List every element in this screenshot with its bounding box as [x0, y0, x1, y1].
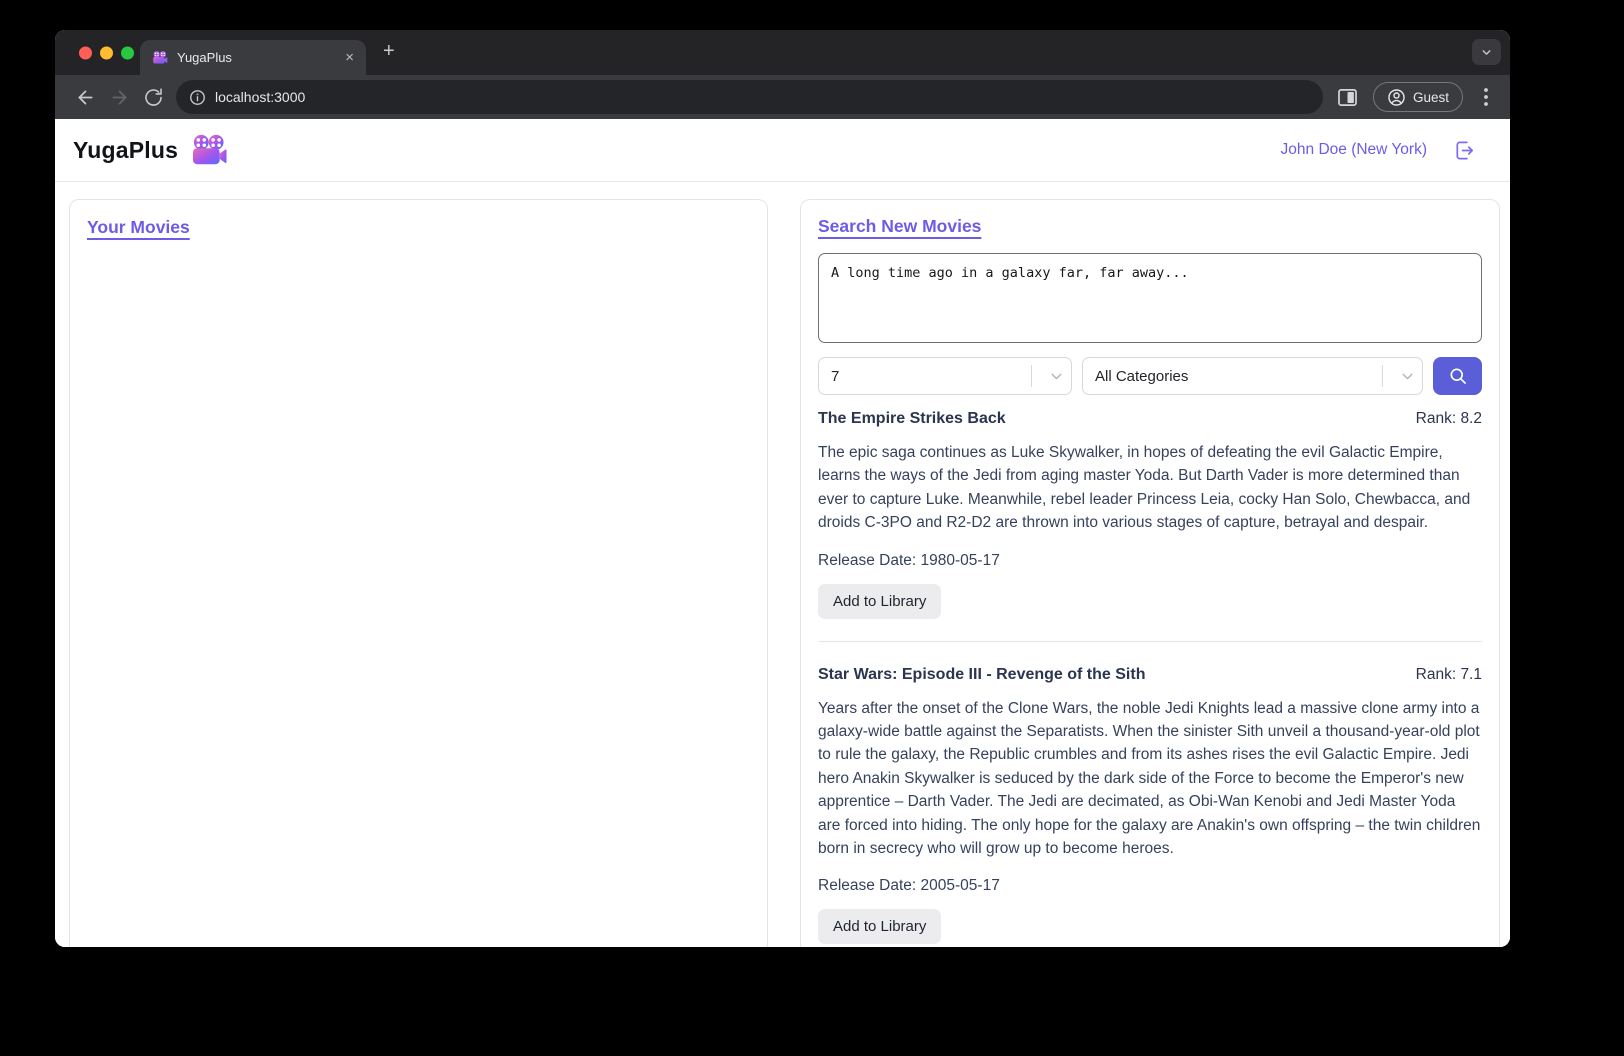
result-limit-value: 7: [831, 367, 840, 385]
movie-release-date: Release Date: 2005-05-17: [818, 877, 1000, 895]
tab-title: YugaPlus: [177, 50, 232, 65]
movie-overview: The epic saga continues as Luke Skywalke…: [818, 444, 1471, 532]
movie-rank: Rank: 7.1: [1415, 665, 1482, 683]
profile-button[interactable]: Guest: [1372, 82, 1463, 112]
browser-toolbar: localhost:3000 Guest: [55, 75, 1510, 119]
app-title: YugaPlus: [73, 136, 179, 163]
browser-window: YugaPlus × + localhost:3000 Guest YugaPl…: [55, 30, 1510, 947]
yugaplus-page: YugaPlus John Doe (New York) Your Movies…: [55, 119, 1510, 947]
main-content: Your Movies Search New Movies A long tim…: [55, 182, 1510, 947]
category-value: All Categories: [1095, 367, 1189, 385]
tab-favicon-movie-camera-icon: [152, 50, 168, 66]
search-title: Search New Movies: [818, 216, 982, 236]
movie-rank: Rank: 8.2: [1415, 410, 1482, 427]
search-icon: [1450, 368, 1466, 384]
select-divider: [1382, 365, 1383, 387]
search-button[interactable]: [1433, 357, 1482, 395]
select-divider: [1031, 365, 1032, 387]
movie-result: Star Wars: Episode III - Revenge of the …: [818, 666, 1482, 945]
tab-search-chevron-icon[interactable]: [1472, 39, 1501, 65]
search-panel: Search New Movies A long time ago in a g…: [800, 199, 1500, 947]
minimize-window-button[interactable]: [100, 46, 113, 59]
site-info-icon[interactable]: [189, 89, 206, 106]
add-to-library-button[interactable]: Add to Library: [818, 583, 942, 619]
browser-tab[interactable]: YugaPlus ×: [140, 40, 366, 75]
close-window-button[interactable]: [79, 46, 92, 59]
movie-result: The Empire Strikes Back Rank: 8.2 The ep…: [818, 410, 1482, 619]
result-limit-select[interactable]: 7: [818, 357, 1072, 395]
maximize-window-button[interactable]: [121, 46, 134, 59]
chevron-down-icon: [1392, 368, 1422, 385]
guest-label: Guest: [1412, 89, 1449, 105]
your-movies-title: Your Movies: [87, 217, 190, 237]
guest-avatar-icon: [1388, 88, 1405, 106]
add-to-library-button[interactable]: Add to Library: [818, 909, 942, 945]
side-panel-icon[interactable]: [1335, 80, 1361, 114]
search-controls: 7 All Categories: [818, 357, 1482, 395]
movie-release-date: Release Date: 1980-05-17: [818, 551, 1000, 569]
movie-title: The Empire Strikes Back: [818, 410, 1006, 427]
movie-title: Star Wars: Episode III - Revenge of the …: [818, 665, 1146, 683]
address-bar[interactable]: localhost:3000: [176, 80, 1323, 114]
forward-icon[interactable]: [102, 80, 136, 114]
category-select[interactable]: All Categories: [1082, 357, 1423, 395]
result-divider: [818, 640, 1482, 642]
browser-titlebar: YugaPlus × +: [55, 30, 1510, 75]
logout-icon[interactable]: [1453, 139, 1476, 162]
reload-icon[interactable]: [136, 80, 170, 114]
search-prompt-input[interactable]: A long time ago in a galaxy far, far awa…: [818, 253, 1482, 343]
back-icon[interactable]: [68, 80, 102, 114]
new-tab-icon[interactable]: +: [383, 40, 395, 63]
app-header: YugaPlus John Doe (New York): [55, 119, 1510, 182]
traffic-lights: [79, 46, 134, 59]
user-profile-link[interactable]: John Doe (New York): [1281, 141, 1427, 159]
movie-camera-icon: [190, 132, 228, 168]
menu-dots-icon[interactable]: [1475, 80, 1497, 114]
tab-close-icon[interactable]: ×: [345, 50, 354, 65]
movie-overview: Years after the onset of the Clone Wars,…: [818, 699, 1481, 857]
chevron-down-icon: [1041, 368, 1071, 385]
url-text[interactable]: localhost:3000: [215, 89, 305, 105]
your-movies-panel: Your Movies: [69, 199, 768, 947]
